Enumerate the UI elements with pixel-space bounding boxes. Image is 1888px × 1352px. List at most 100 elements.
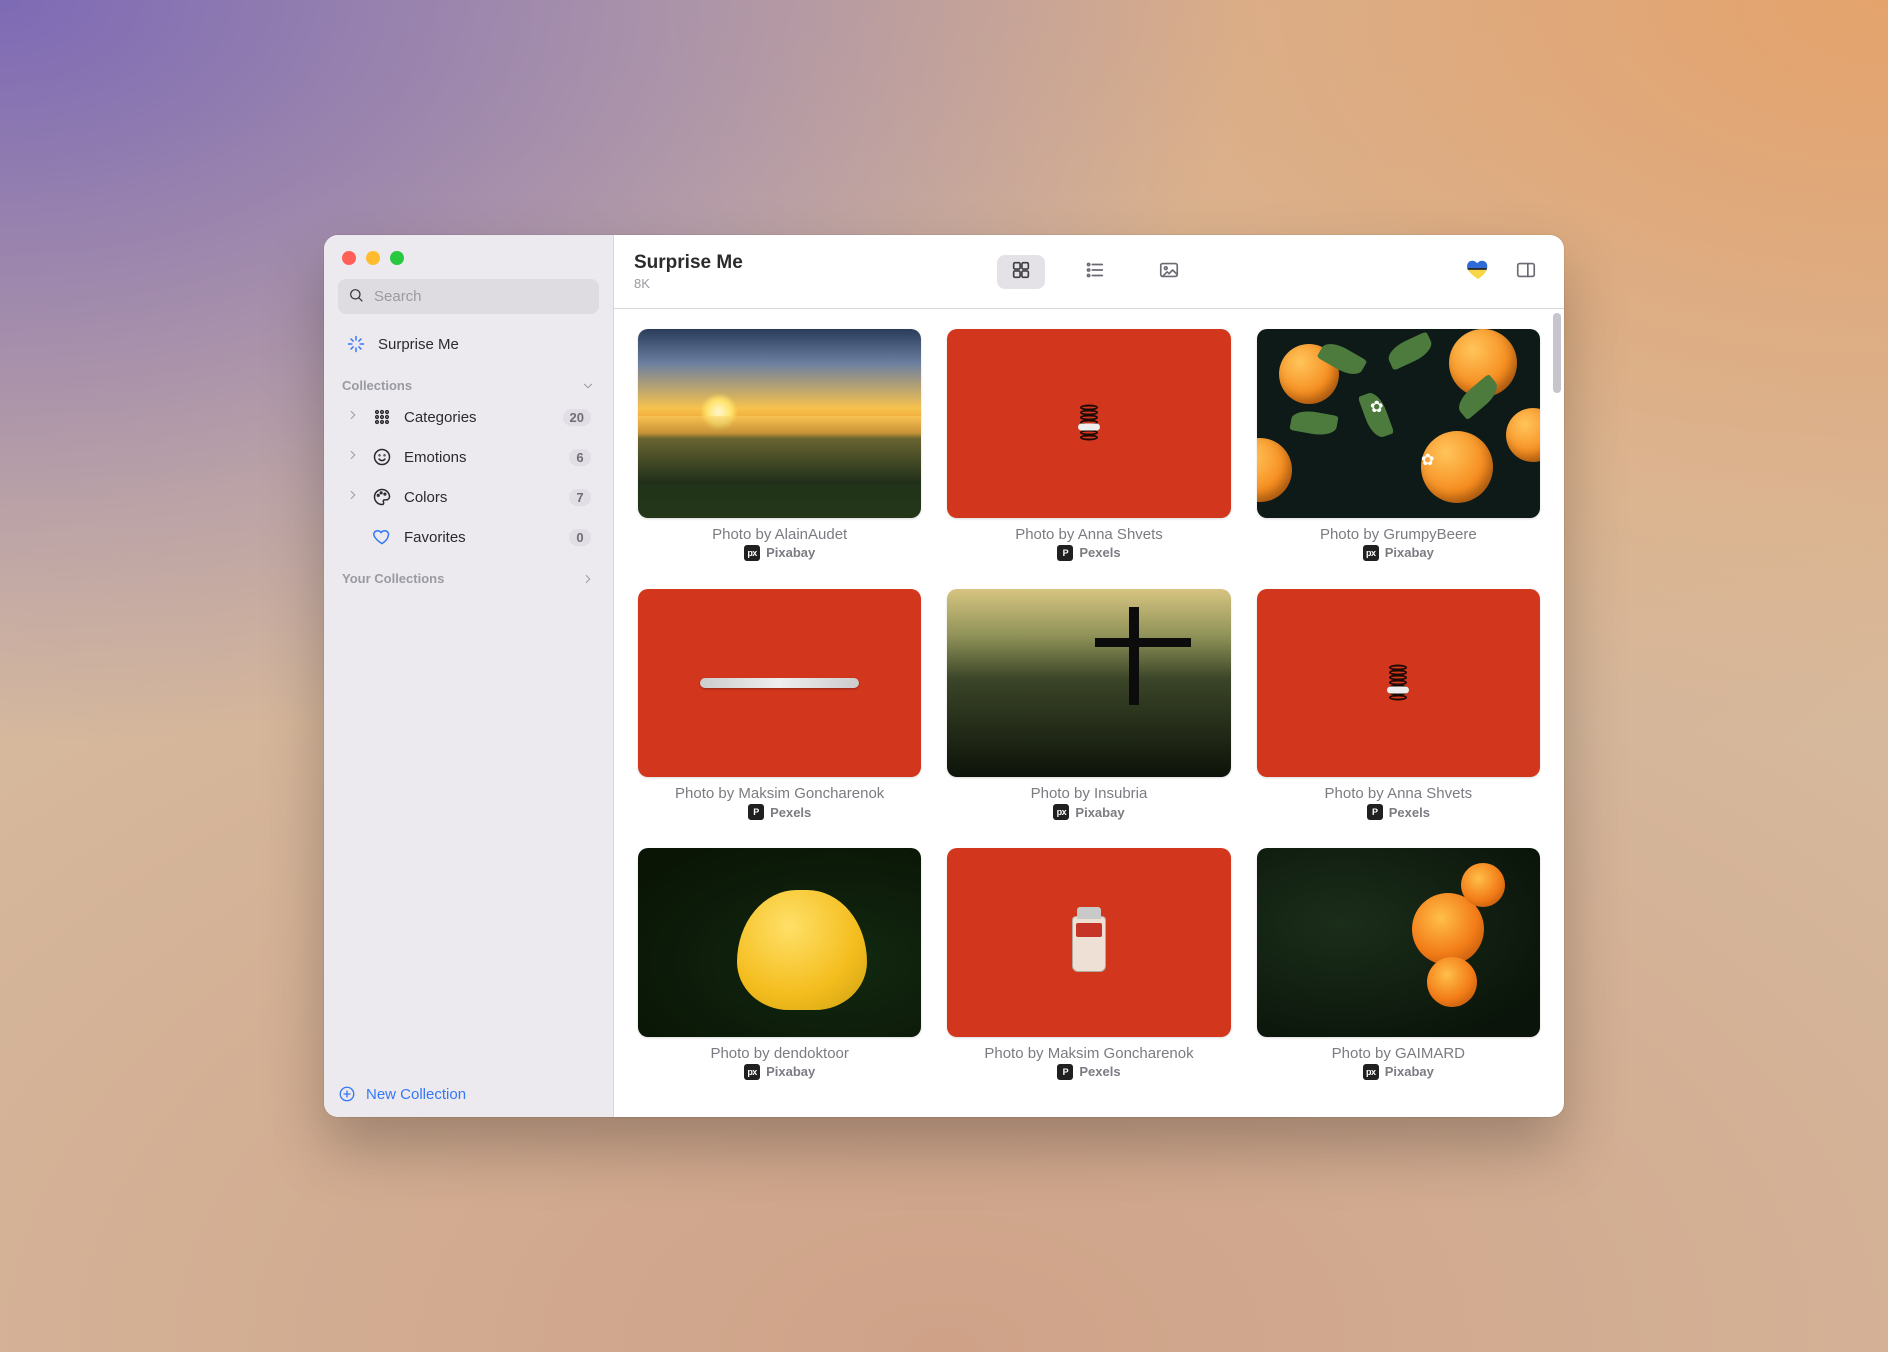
photo-thumbnail[interactable] bbox=[947, 329, 1230, 518]
title-block: Surprise Me 8K bbox=[634, 252, 743, 291]
source-badge-icon: P bbox=[748, 804, 764, 820]
photo-source: P Pexels bbox=[1057, 1064, 1120, 1080]
photo-caption: Photo by Anna Shvets bbox=[1325, 785, 1473, 802]
photo-source-label: Pixabay bbox=[766, 1064, 815, 1079]
photo-thumbnail[interactable] bbox=[638, 589, 921, 778]
photo-card[interactable]: Photo by Anna Shvets P Pexels bbox=[1257, 589, 1540, 821]
photo-thumbnail[interactable] bbox=[638, 848, 921, 1037]
photo-source-label: Pixabay bbox=[766, 545, 815, 560]
photo-source: P Pexels bbox=[1367, 804, 1430, 820]
sidebar-item-colors[interactable]: Colors 7 bbox=[332, 479, 605, 515]
photo-source-label: Pixabay bbox=[1385, 1064, 1434, 1079]
new-collection-label: New Collection bbox=[366, 1086, 466, 1103]
photo-grid-scroll[interactable]: Photo by AlainAudet px Pixabay Photo by Ann… bbox=[614, 309, 1564, 1117]
photo-card[interactable]: Photo by Anna ShvetsPPexels bbox=[947, 329, 1230, 561]
photo-card[interactable]: Photo by InsubriapxPixabay bbox=[947, 589, 1230, 821]
view-list-button[interactable] bbox=[1071, 255, 1119, 289]
chevron-right-icon bbox=[581, 572, 595, 586]
photo-caption: Photo by Maksim Goncharenok bbox=[675, 785, 884, 802]
photo-caption: Photo by GrumpyBeere bbox=[1320, 526, 1477, 543]
sidebar-item-label: Colors bbox=[404, 489, 557, 506]
new-collection-button[interactable]: New Collection bbox=[338, 1085, 599, 1103]
chevron-right-icon bbox=[346, 408, 360, 426]
photo-thumbnail[interactable] bbox=[638, 329, 921, 518]
close-window-button[interactable] bbox=[342, 251, 356, 265]
photo-caption: Photo by AlainAudet bbox=[712, 526, 847, 543]
photo-thumbnail[interactable] bbox=[1257, 589, 1540, 778]
sidebar-item-emotions[interactable]: Emotions 6 bbox=[332, 439, 605, 475]
search-input[interactable] bbox=[372, 287, 589, 306]
photo-source-label: Pexels bbox=[1079, 545, 1120, 560]
section-header-your-collections[interactable]: Your Collections bbox=[324, 557, 613, 590]
photo-card[interactable]: Photo by GAIMARD px Pixabay bbox=[1257, 848, 1540, 1080]
source-badge-icon: P bbox=[1367, 804, 1383, 820]
source-badge-icon: px bbox=[1053, 804, 1069, 820]
source-badge-icon: P bbox=[1057, 1064, 1073, 1080]
photo-card[interactable]: Photo by AlainAudet px Pixabay bbox=[638, 329, 921, 561]
photo-source-label: Pixabay bbox=[1385, 545, 1434, 560]
section-header-collections[interactable]: Collections bbox=[324, 364, 613, 397]
smile-icon bbox=[372, 447, 392, 467]
count-badge: 20 bbox=[563, 409, 591, 426]
page-title: Surprise Me bbox=[634, 252, 743, 275]
view-grid-button[interactable] bbox=[997, 255, 1045, 289]
page-subtitle: 8K bbox=[634, 276, 743, 292]
photo-source: px Pixabay bbox=[1363, 1064, 1434, 1080]
sidebar-item-categories[interactable]: Categories 20 bbox=[332, 399, 605, 435]
sidebar-item-label: Favorites bbox=[404, 529, 557, 546]
sidebar: Surprise Me Collections Categories 20 bbox=[324, 235, 614, 1117]
photo-source: P Pexels bbox=[748, 804, 811, 820]
photo-thumbnail[interactable] bbox=[1257, 329, 1540, 518]
count-badge: 6 bbox=[569, 449, 591, 466]
photo-thumbnail[interactable] bbox=[947, 848, 1230, 1037]
photo-caption: Photo by Maksim Goncharenok bbox=[984, 1045, 1193, 1062]
scrollbar-thumb[interactable] bbox=[1553, 313, 1561, 393]
search-icon bbox=[348, 287, 364, 306]
source-badge-icon: P bbox=[1057, 545, 1073, 561]
section-header-label: Your Collections bbox=[342, 571, 444, 586]
photo-card[interactable]: Photo by GrumpyBeere pxPixabay bbox=[1257, 329, 1540, 561]
photo-source: px Pixabay bbox=[744, 545, 815, 561]
toolbar: Surprise Me 8K bbox=[614, 235, 1564, 309]
photo-caption: Photo by dendoktoor bbox=[710, 1045, 848, 1062]
list-icon bbox=[1084, 259, 1106, 284]
sidebar-item-label: Surprise Me bbox=[378, 336, 591, 353]
photo-source-label: Pexels bbox=[770, 805, 811, 820]
photo-card[interactable]: Photo by Maksim Goncharenok P Pexels bbox=[638, 589, 921, 821]
photo-caption: Photo by GAIMARD bbox=[1332, 1045, 1465, 1062]
sidebar-item-favorites[interactable]: Favorites 0 bbox=[332, 519, 605, 555]
sidebar-item-label: Categories bbox=[404, 409, 551, 426]
ukraine-heart-icon[interactable] bbox=[1466, 258, 1490, 286]
photo-source: P Pexels bbox=[1057, 545, 1120, 561]
photo-source: pxPixabay bbox=[744, 1064, 815, 1080]
palette-icon bbox=[372, 487, 392, 507]
photo-source-label: Pexels bbox=[1079, 1064, 1120, 1079]
source-badge-icon: px bbox=[744, 545, 760, 561]
photo-card[interactable]: Photo by dendoktoor pxPixabay bbox=[638, 848, 921, 1080]
heart-icon bbox=[372, 527, 392, 547]
photo-source: pxPixabay bbox=[1053, 804, 1124, 820]
photo-thumbnail[interactable] bbox=[947, 589, 1230, 778]
chevron-right-icon bbox=[346, 448, 360, 466]
sidebar-item-label: Emotions bbox=[404, 449, 557, 466]
source-badge-icon: px bbox=[1363, 1064, 1379, 1080]
sidebar-item-surprise-me[interactable]: Surprise Me bbox=[332, 326, 605, 362]
image-icon bbox=[1158, 259, 1180, 284]
window-controls bbox=[324, 235, 613, 279]
photo-source: pxPixabay bbox=[1363, 545, 1434, 561]
view-mode-segmented bbox=[997, 255, 1193, 289]
main-panel: Surprise Me 8K bbox=[614, 235, 1564, 1117]
minimize-window-button[interactable] bbox=[366, 251, 380, 265]
view-image-button[interactable] bbox=[1145, 255, 1193, 289]
photo-card[interactable]: Photo by Maksim Goncharenok P Pexels bbox=[947, 848, 1230, 1080]
toggle-sidebar-button[interactable] bbox=[1508, 255, 1544, 289]
search-field[interactable] bbox=[338, 279, 599, 314]
zoom-window-button[interactable] bbox=[390, 251, 404, 265]
sparkle-icon bbox=[346, 334, 366, 354]
photo-source-label: Pexels bbox=[1389, 805, 1430, 820]
chevron-right-icon bbox=[346, 488, 360, 506]
plus-circle-icon bbox=[338, 1085, 356, 1103]
photo-thumbnail[interactable] bbox=[1257, 848, 1540, 1037]
grid-icon bbox=[1010, 259, 1032, 284]
count-badge: 0 bbox=[569, 529, 591, 546]
